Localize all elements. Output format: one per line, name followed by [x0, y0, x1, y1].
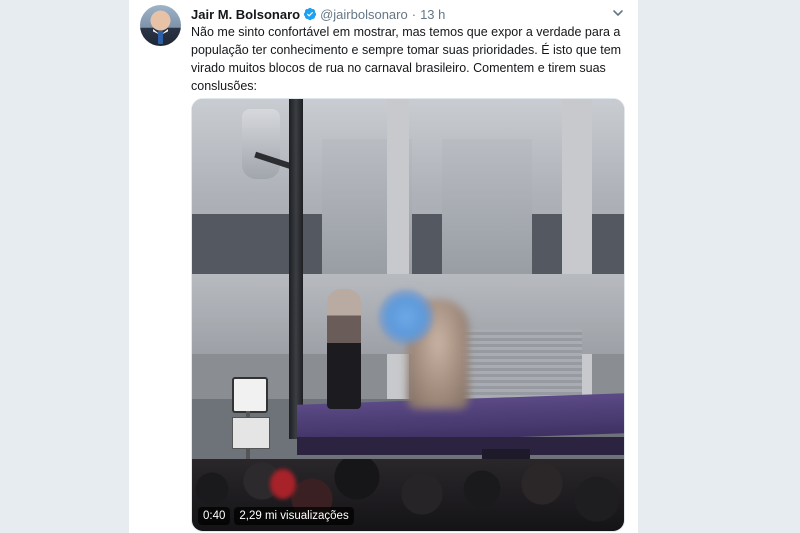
author-handle[interactable]: @jairbolsonaro [320, 7, 408, 22]
author-avatar[interactable] [140, 5, 181, 46]
video-thumbnail [192, 99, 624, 531]
censor-blur [378, 289, 434, 345]
video-player[interactable]: 0:40 2,29 mi visualizações [191, 98, 625, 532]
tweet-card[interactable]: Jair M. Bolsonaro @jairbolsonaro · 13 h … [128, 0, 639, 533]
video-duration: 0:40 [198, 507, 231, 525]
video-overlay: 0:40 2,29 mi visualizações [198, 507, 354, 525]
video-views: 2,29 mi visualizações [234, 507, 354, 525]
avatar-tie [158, 31, 163, 44]
tweet-text: Não me sinto confortável em mostrar, mas… [191, 25, 622, 93]
chevron-down-icon[interactable] [612, 7, 624, 19]
tweet-header: Jair M. Bolsonaro @jairbolsonaro · 13 h [191, 5, 445, 23]
tweet-timestamp[interactable]: 13 h [420, 7, 445, 22]
verified-badge-icon [303, 7, 317, 21]
author-name[interactable]: Jair M. Bolsonaro [191, 7, 300, 22]
separator-dot: · [411, 6, 417, 22]
